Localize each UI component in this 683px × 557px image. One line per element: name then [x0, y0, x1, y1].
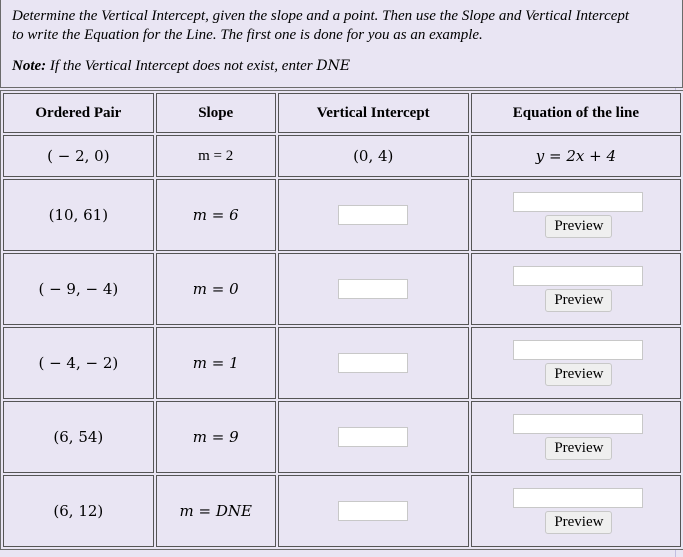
equation-cell: Preview	[470, 401, 681, 473]
note-dne: DNE	[316, 58, 351, 74]
vertical-intercept-input[interactable]	[338, 279, 409, 299]
equation-cell: Preview	[470, 475, 681, 547]
slope: m = 1	[155, 327, 276, 399]
ordered-pair: (6, 54)	[3, 401, 154, 473]
vertical-intercept-cell	[277, 179, 469, 251]
slope: m = 0	[155, 253, 276, 325]
ordered-pair: (6, 12)	[3, 475, 154, 547]
equation-group: Preview	[472, 192, 680, 238]
equation-cell: Preview	[470, 179, 681, 251]
header-ordered-pair: Ordered Pair	[3, 93, 154, 133]
table-row: (6, 54) m = 9 Preview	[3, 401, 681, 473]
ordered-pair: ( − 9, − 4)	[3, 253, 154, 325]
slope-value: m = 0	[192, 280, 239, 298]
instructions-box: Determine the Vertical Intercept, given …	[0, 0, 683, 88]
equation-cell: Preview	[470, 253, 681, 325]
preview-button[interactable]: Preview	[545, 437, 613, 460]
vertical-intercept-cell	[277, 253, 469, 325]
note-label: Note:	[12, 58, 47, 74]
vertical-intercept-cell	[277, 475, 469, 547]
table-row: ( − 9, − 4) m = 0 Preview	[3, 253, 681, 325]
header-vertical-intercept: Vertical Intercept	[277, 93, 469, 133]
slope: m = DNE	[155, 475, 276, 547]
vertical-intercept-input[interactable]	[338, 353, 409, 373]
equation-input[interactable]	[512, 340, 643, 360]
header-slope: Slope	[155, 93, 276, 133]
slope: m = 6	[155, 179, 276, 251]
vertical-intercept-input[interactable]	[338, 501, 409, 521]
table-row: ( − 4, − 2) m = 1 Preview	[3, 327, 681, 399]
slope: m = 9	[155, 401, 276, 473]
preview-button[interactable]: Preview	[545, 289, 613, 312]
table-row: (10, 61) m = 6 Preview	[3, 179, 681, 251]
equation-group: Preview	[472, 414, 680, 460]
slope-value: m = 1	[192, 354, 239, 372]
intercept-table: Ordered Pair Slope Vertical Intercept Eq…	[0, 90, 683, 550]
preview-button[interactable]: Preview	[545, 363, 613, 386]
example-row: ( − 2, 0) m = 2 (0, 4) y = 2x + 4	[3, 135, 681, 177]
slope-value: m = DNE	[179, 502, 252, 520]
instructions-line-1: Determine the Vertical Intercept, given …	[12, 8, 630, 24]
equation-input[interactable]	[512, 414, 643, 434]
equation-input[interactable]	[512, 192, 643, 212]
equation-input[interactable]	[512, 488, 643, 508]
preview-button[interactable]: Preview	[545, 215, 613, 238]
example-slope: m = 2	[155, 135, 276, 177]
header-equation: Equation of the line	[470, 93, 681, 133]
equation-group: Preview	[472, 340, 680, 386]
equation-group: Preview	[472, 266, 680, 312]
preview-button[interactable]: Preview	[545, 511, 613, 534]
header-row: Ordered Pair Slope Vertical Intercept Eq…	[3, 93, 681, 133]
slope-value: m = 9	[192, 428, 239, 446]
slope-value: m = 6	[192, 206, 239, 224]
instructions-line-2: to write the Equation for the Line. The …	[12, 27, 483, 43]
example-equation: y = 2x + 4	[470, 135, 681, 177]
example-vertical-intercept: (0, 4)	[277, 135, 469, 177]
equation-group: Preview	[472, 488, 680, 534]
ordered-pair: (10, 61)	[3, 179, 154, 251]
vertical-intercept-cell	[277, 327, 469, 399]
equation-cell: Preview	[470, 327, 681, 399]
ordered-pair: ( − 4, − 2)	[3, 327, 154, 399]
equation-input[interactable]	[512, 266, 643, 286]
vertical-intercept-input[interactable]	[338, 205, 409, 225]
example-ordered-pair: ( − 2, 0)	[3, 135, 154, 177]
table-row: (6, 12) m = DNE Preview	[3, 475, 681, 547]
note: Note: If the Vertical Intercept does not…	[12, 57, 682, 76]
vertical-intercept-input[interactable]	[338, 427, 409, 447]
vertical-intercept-cell	[277, 401, 469, 473]
note-text: If the Vertical Intercept does not exist…	[46, 58, 317, 74]
